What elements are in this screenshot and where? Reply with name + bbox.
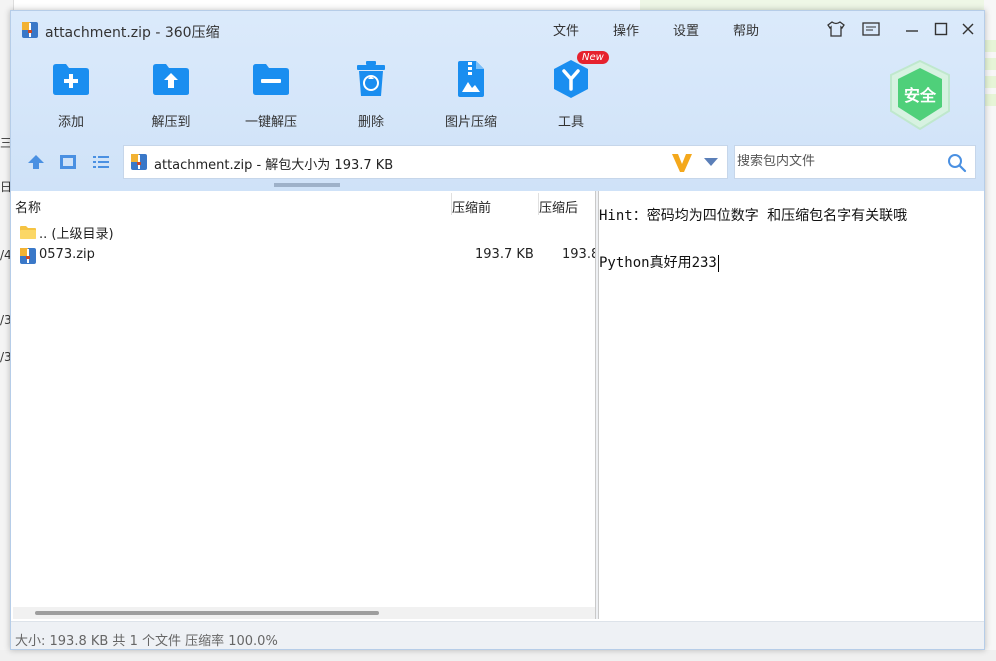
file-size-after: 193.8 KB: [562, 247, 595, 262]
maximize-icon[interactable]: [929, 18, 953, 40]
tools-button[interactable]: New 工具: [521, 51, 621, 137]
list-item[interactable]: .. (上级目录): [13, 221, 595, 243]
menu-operation[interactable]: 操作: [596, 20, 656, 39]
menu-file[interactable]: 文件: [536, 20, 596, 39]
horizontal-scrollbar[interactable]: [13, 607, 595, 619]
tools-icon: [554, 60, 588, 98]
menu-help[interactable]: 帮助: [716, 20, 776, 39]
path-text: attachment.zip - 解包大小为 193.7 KB: [154, 158, 394, 173]
archive-comment-pane[interactable]: Hint：密码均为四位数字 和压缩包名字有关联哦 Python真好用233: [599, 191, 984, 619]
navigation-row: attachment.zip - 解包大小为 193.7 KB: [11, 141, 984, 187]
image-compress-button[interactable]: 图片压缩: [421, 57, 521, 137]
window-header: attachment.zip - 360压缩 文件 操作 设置 帮助 添加 解压…: [11, 11, 984, 191]
file-list: 名称 压缩前 压缩后 .. (上级目录) 0573.zip 193.7 KB 1…: [13, 191, 595, 619]
add-button-label: 添加: [57, 115, 84, 130]
folder-icon: [20, 226, 36, 239]
toolbar: 添加 解压到 一键解压 删除 图片压缩 New 工具: [21, 51, 621, 137]
zip-app-icon: [22, 22, 38, 38]
scrollbar-thumb[interactable]: [35, 611, 379, 615]
thumbnail-view-icon[interactable]: [58, 153, 78, 171]
file-name: .. (上级目录): [39, 227, 114, 242]
delete-button[interactable]: 删除: [321, 57, 421, 137]
search-icon[interactable]: [947, 153, 967, 173]
column-name[interactable]: 名称: [15, 197, 41, 216]
add-folder-icon: [53, 64, 89, 95]
minimize-icon[interactable]: [900, 18, 924, 40]
one-click-extract-icon: [253, 64, 289, 95]
delete-icon: [357, 61, 385, 96]
close-icon[interactable]: [956, 18, 980, 40]
window-title: attachment.zip - 360压缩: [45, 25, 220, 41]
extract-to-button[interactable]: 解压到: [121, 57, 221, 137]
background-taskbar: [0, 650, 996, 661]
one-click-extract-button[interactable]: 一键解压: [221, 57, 321, 137]
background-window-right: [984, 0, 996, 661]
image-compress-icon: [458, 61, 484, 97]
status-text: 大小: 193.8 KB 共 1 个文件 压缩率 100.0%: [15, 634, 278, 649]
image-compress-button-label: 图片压缩: [444, 115, 497, 130]
list-item[interactable]: 0573.zip 193.7 KB 193.8 KB: [13, 245, 595, 267]
feedback-icon[interactable]: [859, 18, 883, 40]
path-dropdown-icon[interactable]: [704, 158, 718, 166]
extract-to-button-label: 解压到: [151, 115, 191, 130]
comment-text: Python真好用233: [599, 255, 717, 271]
v-logo-icon: [672, 154, 692, 172]
list-view-icon[interactable]: [91, 153, 111, 171]
tools-button-label: 工具: [557, 115, 584, 130]
path-scrollbar[interactable]: [274, 183, 340, 187]
up-level-icon[interactable]: [26, 153, 46, 171]
search-box: [734, 145, 976, 179]
background-window-top: [640, 0, 996, 10]
column-before[interactable]: 压缩前: [452, 197, 491, 216]
extract-to-icon: [153, 64, 189, 95]
archive-window: attachment.zip - 360压缩 文件 操作 设置 帮助 添加 解压…: [10, 10, 985, 650]
new-badge: New: [577, 51, 609, 64]
file-name: 0573.zip: [39, 247, 95, 262]
column-after[interactable]: 压缩后: [539, 197, 578, 216]
security-shield-icon[interactable]: 安全: [887, 59, 953, 131]
menu-settings[interactable]: 设置: [656, 20, 716, 39]
comment-hint-line: Hint：密码均为四位数字 和压缩包名字有关联哦: [599, 208, 908, 224]
title-bar[interactable]: attachment.zip - 360压缩 文件 操作 设置 帮助: [11, 11, 984, 47]
menu-bar: 文件 操作 设置 帮助: [536, 20, 776, 39]
add-button[interactable]: 添加: [21, 57, 121, 137]
status-bar: 大小: 193.8 KB 共 1 个文件 压缩率 100.0%: [11, 621, 984, 649]
search-input[interactable]: [737, 154, 937, 169]
file-size-before: 193.7 KB: [475, 247, 534, 262]
text-caret: [717, 254, 719, 272]
one-click-extract-button-label: 一键解压: [244, 115, 297, 130]
zip-file-icon: [131, 154, 147, 170]
skin-icon[interactable]: [824, 18, 848, 40]
zip-file-icon: [20, 248, 36, 264]
delete-button-label: 删除: [357, 115, 384, 130]
path-bar[interactable]: attachment.zip - 解包大小为 193.7 KB: [123, 145, 728, 187]
comment-text-line: Python真好用233: [599, 252, 719, 272]
security-badge-text: 安全: [904, 86, 937, 105]
